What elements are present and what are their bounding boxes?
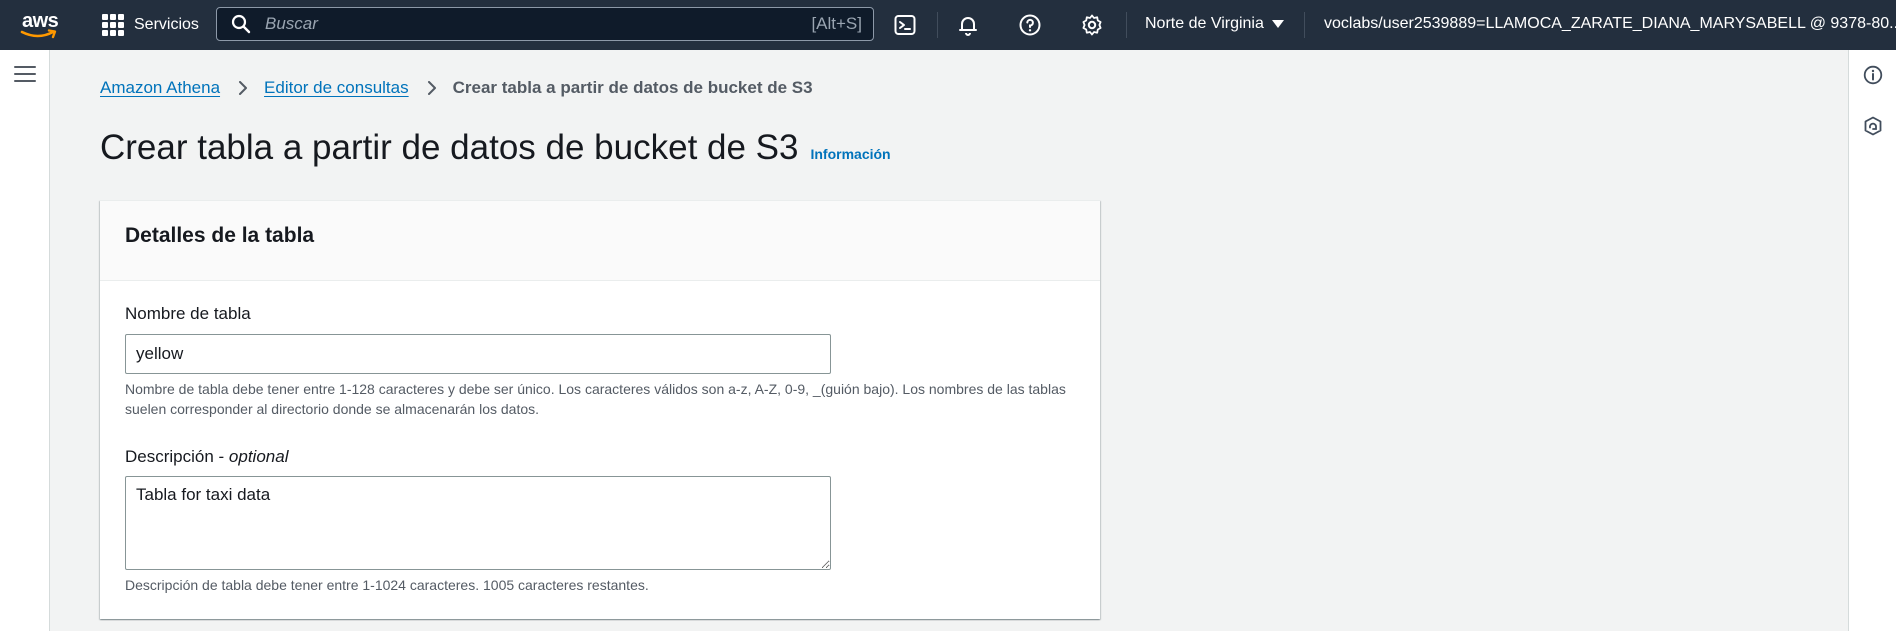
right-tools-rail [1848, 50, 1896, 631]
panel-title: Detalles de la tabla [125, 224, 315, 247]
optional-tag: optional [228, 447, 289, 466]
page-title: Crear tabla a partir de datos de bucket … [100, 128, 799, 167]
menu-hamburger-icon[interactable] [14, 66, 36, 84]
search-bar[interactable]: [Alt+S] [216, 7, 874, 41]
notifications-bell-icon[interactable] [956, 13, 980, 37]
breadcrumb-link-athena[interactable]: Amazon Athena [100, 78, 220, 98]
feedback-hexagon-icon[interactable] [1863, 116, 1883, 136]
caret-down-icon [1271, 20, 1284, 28]
description-hint: Descripción de tabla debe tener entre 1-… [125, 577, 649, 593]
services-menu-button[interactable]: Servicios [102, 14, 199, 36]
breadcrumb-current: Crear tabla a partir de datos de bucket … [452, 78, 813, 97]
description-label-text: Descripción [125, 447, 214, 466]
region-label: Norte de Virginia [1145, 15, 1264, 32]
table-details-panel: Detalles de la tabla Nombre de tabla Nom… [100, 200, 1100, 619]
table-name-hint: Nombre de tabla debe tener entre 1-128 c… [125, 381, 1066, 417]
nav-divider [1304, 12, 1305, 38]
table-name-label: Nombre de tabla [125, 304, 251, 323]
aws-smile-icon [20, 29, 57, 39]
search-icon [231, 14, 251, 34]
services-label: Servicios [134, 16, 199, 33]
breadcrumb-link-query-editor[interactable]: Editor de consultas [264, 78, 409, 98]
chevron-right-icon [239, 81, 248, 95]
cloudshell-icon[interactable] [893, 13, 917, 37]
account-menu[interactable]: voclabs/user2539889=LLAMOCA_ZARATE_DIANA… [1324, 15, 1896, 33]
description-textarea[interactable]: Tabla for taxi data [125, 476, 831, 570]
aws-logo[interactable]: aws [20, 9, 66, 41]
chevron-right-icon [427, 81, 436, 95]
description-label: Descripción - optional [125, 447, 289, 466]
table-name-input[interactable] [125, 334, 831, 374]
apps-grid-icon [102, 14, 124, 36]
nav-divider [937, 12, 938, 38]
breadcrumb: Amazon Athena Editor de consultas Crear … [100, 78, 813, 98]
region-selector[interactable]: Norte de Virginia [1145, 15, 1284, 33]
nav-divider [1126, 12, 1127, 38]
search-input[interactable] [263, 13, 812, 35]
account-label: voclabs/user2539889=LLAMOCA_ZARATE_DIANA… [1324, 15, 1896, 32]
page-header: Crear tabla a partir de datos de bucket … [100, 128, 891, 168]
left-navigation-rail [0, 50, 50, 631]
top-navigation: aws Servicios [Alt+S] [0, 0, 1896, 50]
search-shortcut-hint: [Alt+S] [811, 14, 862, 33]
info-icon[interactable] [1863, 65, 1883, 85]
settings-gear-icon[interactable] [1080, 13, 1104, 37]
info-link[interactable]: Información [810, 146, 890, 162]
panel-header: Detalles de la tabla [100, 201, 1100, 281]
help-icon[interactable] [1018, 13, 1042, 37]
